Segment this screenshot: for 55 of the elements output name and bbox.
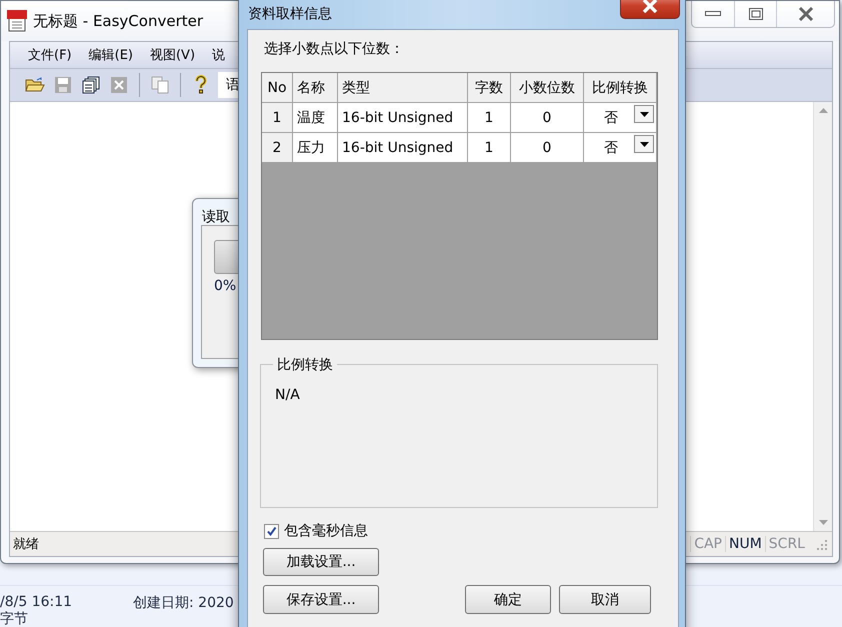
csv-file-icon	[7, 10, 27, 32]
row-header: 2	[262, 133, 293, 163]
dialog-button[interactable]: 确定	[465, 585, 551, 614]
table-cell: 1	[468, 133, 511, 163]
column-header[interactable]: 比例转换	[584, 73, 657, 103]
table-cell: 否	[604, 108, 618, 126]
status-text: 就绪	[12, 536, 39, 553]
column-header[interactable]: 名称	[293, 73, 338, 103]
table-cell: 0	[511, 133, 584, 163]
dialog-title: 读取	[201, 208, 231, 225]
dialog-button[interactable]: 取消	[559, 585, 651, 614]
table-cell: 压力	[293, 133, 338, 163]
open-folder-icon[interactable]	[25, 77, 45, 93]
menu-item[interactable]: 编辑(E)	[84, 46, 146, 64]
caret-icon	[640, 142, 648, 146]
table-cell: 1	[468, 103, 511, 133]
menu-item[interactable]: 文件(F)	[24, 46, 85, 64]
table-cell: 16-bit Unsigned	[338, 133, 468, 163]
window-title: 无标题 - EasyConverter	[33, 12, 204, 30]
dropdown-button[interactable]	[634, 105, 654, 123]
table-cell: 16-bit Unsigned	[338, 103, 468, 133]
close-icon	[641, 0, 659, 12]
status-indicator: NUM	[724, 536, 765, 552]
close-icon	[798, 7, 814, 21]
minimize-icon	[705, 11, 721, 17]
column-header[interactable]: 小数位数	[511, 73, 584, 103]
caret-icon	[640, 112, 648, 116]
help-icon[interactable]	[194, 75, 208, 95]
maximize-icon	[748, 8, 762, 20]
table-cell: 否	[604, 138, 618, 156]
column-header[interactable]: 字数	[468, 73, 511, 103]
checkbox-label[interactable]: 包含毫秒信息	[284, 522, 368, 540]
dialog-button[interactable]: 保存设置...	[263, 585, 379, 614]
checkbox[interactable]	[264, 524, 279, 538]
status-indicator: CAP	[690, 536, 725, 552]
file-info-text: 字节	[0, 610, 28, 627]
progress-percent: 0%	[214, 278, 236, 294]
table-cell: 0	[511, 103, 584, 133]
menu-item[interactable]: 视图(V)	[146, 46, 208, 64]
group-text: N/A	[275, 387, 300, 403]
menu-item[interactable]: 说	[208, 46, 238, 64]
prompt-text: 选择小数点以下位数：	[264, 40, 405, 59]
row-header: 1	[262, 103, 293, 133]
dropdown-button[interactable]	[634, 135, 654, 153]
column-header[interactable]: 类型	[338, 73, 468, 103]
file-info-text: /8/5 16:11	[0, 594, 72, 610]
close-button[interactable]	[620, 0, 680, 19]
file-info-text: 创建日期: 2020	[133, 594, 234, 612]
dialog-title: 资料取样信息	[248, 5, 332, 23]
column-header[interactable]: No	[262, 73, 293, 103]
table-cell: 温度	[293, 103, 338, 133]
dialog-button[interactable]: 加载设置...	[263, 548, 379, 576]
group-title: 比例转换	[273, 356, 337, 374]
status-indicator: SCRL	[764, 536, 808, 552]
documents-icon[interactable]	[82, 76, 100, 94]
